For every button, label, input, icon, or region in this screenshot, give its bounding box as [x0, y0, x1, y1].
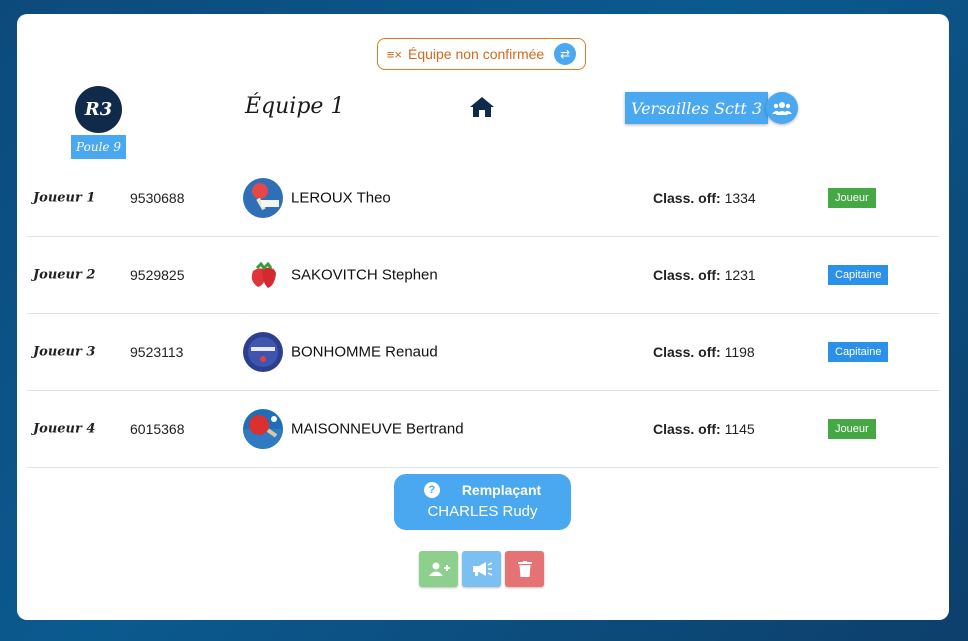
help-icon[interactable]: ?	[423, 482, 440, 498]
team-status-toggle[interactable]: ≡× Équipe non confirmée ⇄	[377, 38, 586, 70]
player-list: Joueur 1 9530688 LEROUX Theo Class. off:…	[27, 160, 939, 468]
pool-tag: Poule 9	[71, 135, 126, 159]
player-slot: Joueur 4	[33, 421, 96, 437]
official-rating: Class. off: 1145	[653, 421, 755, 437]
team-card: ≡× Équipe non confirmée ⇄ R3 Poule 9 Équ…	[17, 14, 949, 620]
player-slot: Joueur 2	[33, 267, 96, 283]
player-row: Joueur 3 9523113 BONHOMME Renaud Class. …	[27, 314, 939, 391]
club-tag[interactable]: Versailles Sctt 3	[625, 92, 769, 124]
announce-button[interactable]	[462, 551, 501, 587]
role-badge: Joueur	[828, 188, 876, 208]
player-slot: Joueur 1	[33, 190, 96, 206]
license-number: 9523113	[130, 344, 184, 360]
strawberry-avatar	[243, 255, 283, 295]
role-badge: Joueur	[828, 419, 876, 439]
pingpong-logo-avatar	[243, 332, 283, 372]
substitute-name: CHARLES Rudy	[427, 503, 538, 520]
status-label: Équipe non confirmée	[407, 46, 545, 62]
home-icon[interactable]	[469, 96, 495, 118]
player-slot: Joueur 3	[33, 344, 96, 360]
unconfirmed-icon: ≡×	[386, 46, 402, 62]
license-number: 9530688	[130, 190, 185, 206]
license-number: 9529825	[130, 267, 185, 283]
player-name[interactable]: SAKOVITCH Stephen	[291, 267, 438, 284]
user-plus-icon	[428, 562, 450, 576]
player-name[interactable]: MAISONNEUVE Bertrand	[291, 421, 464, 438]
trash-icon	[517, 561, 532, 577]
official-rating: Class. off: 1198	[653, 344, 755, 360]
delete-button[interactable]	[505, 551, 544, 587]
role-badge: Capitaine	[828, 342, 889, 362]
role-badge: Capitaine	[828, 265, 889, 285]
add-player-button[interactable]	[419, 551, 458, 587]
substitute-title: Remplaçant	[461, 482, 542, 498]
action-bar	[419, 551, 544, 587]
team-title: Équipe 1	[245, 94, 345, 119]
pingpong-paddle-avatar	[243, 178, 283, 218]
player-name[interactable]: LEROUX Theo	[291, 190, 391, 207]
license-number: 6015368	[130, 421, 185, 437]
player-name[interactable]: BONHOMME Renaud	[291, 344, 438, 361]
player-row: Joueur 1 9530688 LEROUX Theo Class. off:…	[27, 160, 939, 237]
substitute-box[interactable]: ? Remplaçant CHARLES Rudy	[394, 474, 571, 530]
table-tennis-avatar	[243, 409, 283, 449]
megaphone-icon	[472, 562, 492, 576]
division-badge: R3	[75, 86, 122, 133]
official-rating: Class. off: 1231	[653, 267, 756, 283]
swap-icon[interactable]: ⇄	[554, 43, 577, 65]
player-row: Joueur 2 9529825 SAKOVITCH Stephen Class…	[27, 237, 939, 314]
people-icon[interactable]	[766, 92, 798, 124]
official-rating: Class. off: 1334	[653, 190, 756, 206]
player-row: Joueur 4 6015368 MAISONNEUVE Bertrand Cl…	[27, 391, 939, 468]
